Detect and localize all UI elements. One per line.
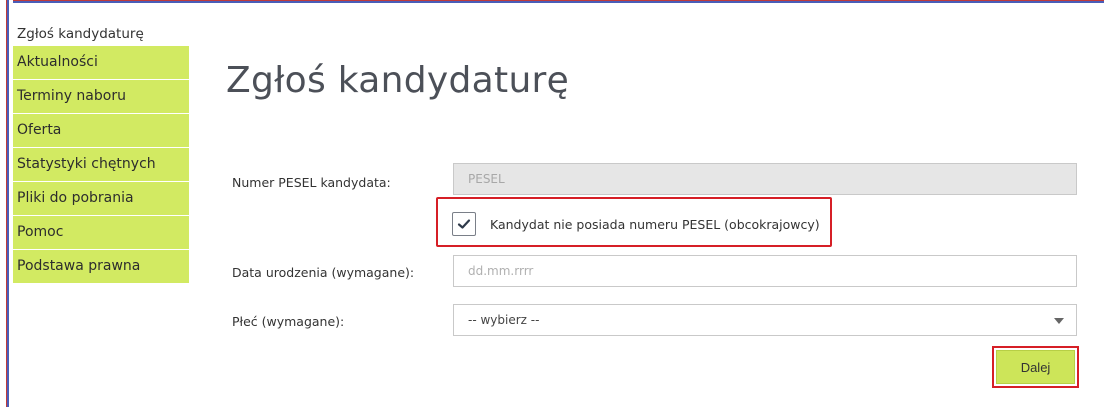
sidebar-item-pomoc[interactable]: Pomoc: [13, 216, 189, 250]
no-pesel-label[interactable]: Kandydat nie posiada numeru PESEL (obcok…: [490, 217, 820, 232]
caret-down-icon: [1054, 318, 1064, 324]
page-title: Zgłoś kandydaturę: [226, 60, 570, 101]
window-frame-left: [0, 0, 13, 407]
sidebar-item-podstawa-prawna[interactable]: Podstawa prawna: [13, 250, 189, 284]
sidebar-header[interactable]: Zgłoś kandydaturę: [13, 22, 189, 46]
sidebar-item-terminy-naboru[interactable]: Terminy naboru: [13, 80, 189, 114]
pesel-placeholder: PESEL: [468, 172, 505, 186]
pesel-label: Numer PESEL kandydata:: [232, 175, 391, 190]
gender-label: Płeć (wymagane):: [232, 314, 345, 329]
pesel-input[interactable]: PESEL: [453, 163, 1077, 195]
sidebar-item-aktualnosci[interactable]: Aktualności: [13, 46, 189, 80]
birth-date-placeholder: dd.mm.rrrr: [468, 264, 534, 278]
check-icon: [457, 219, 471, 229]
gender-select[interactable]: -- wybierz --: [453, 304, 1077, 336]
next-button[interactable]: Dalej: [996, 350, 1075, 384]
birth-date-label: Data urodzenia (wymagane):: [232, 265, 415, 280]
gender-selected-value: -- wybierz --: [468, 313, 540, 327]
no-pesel-checkbox[interactable]: [452, 212, 476, 236]
sidebar-item-oferta[interactable]: Oferta: [13, 114, 189, 148]
window-frame-top: [0, 0, 1104, 4]
sidebar-menu: Zgłoś kandydaturę Aktualności Terminy na…: [13, 22, 189, 284]
sidebar-item-pliki[interactable]: Pliki do pobrania: [13, 182, 189, 216]
birth-date-input[interactable]: dd.mm.rrrr: [453, 255, 1077, 287]
sidebar-item-statystyki[interactable]: Statystyki chętnych: [13, 148, 189, 182]
